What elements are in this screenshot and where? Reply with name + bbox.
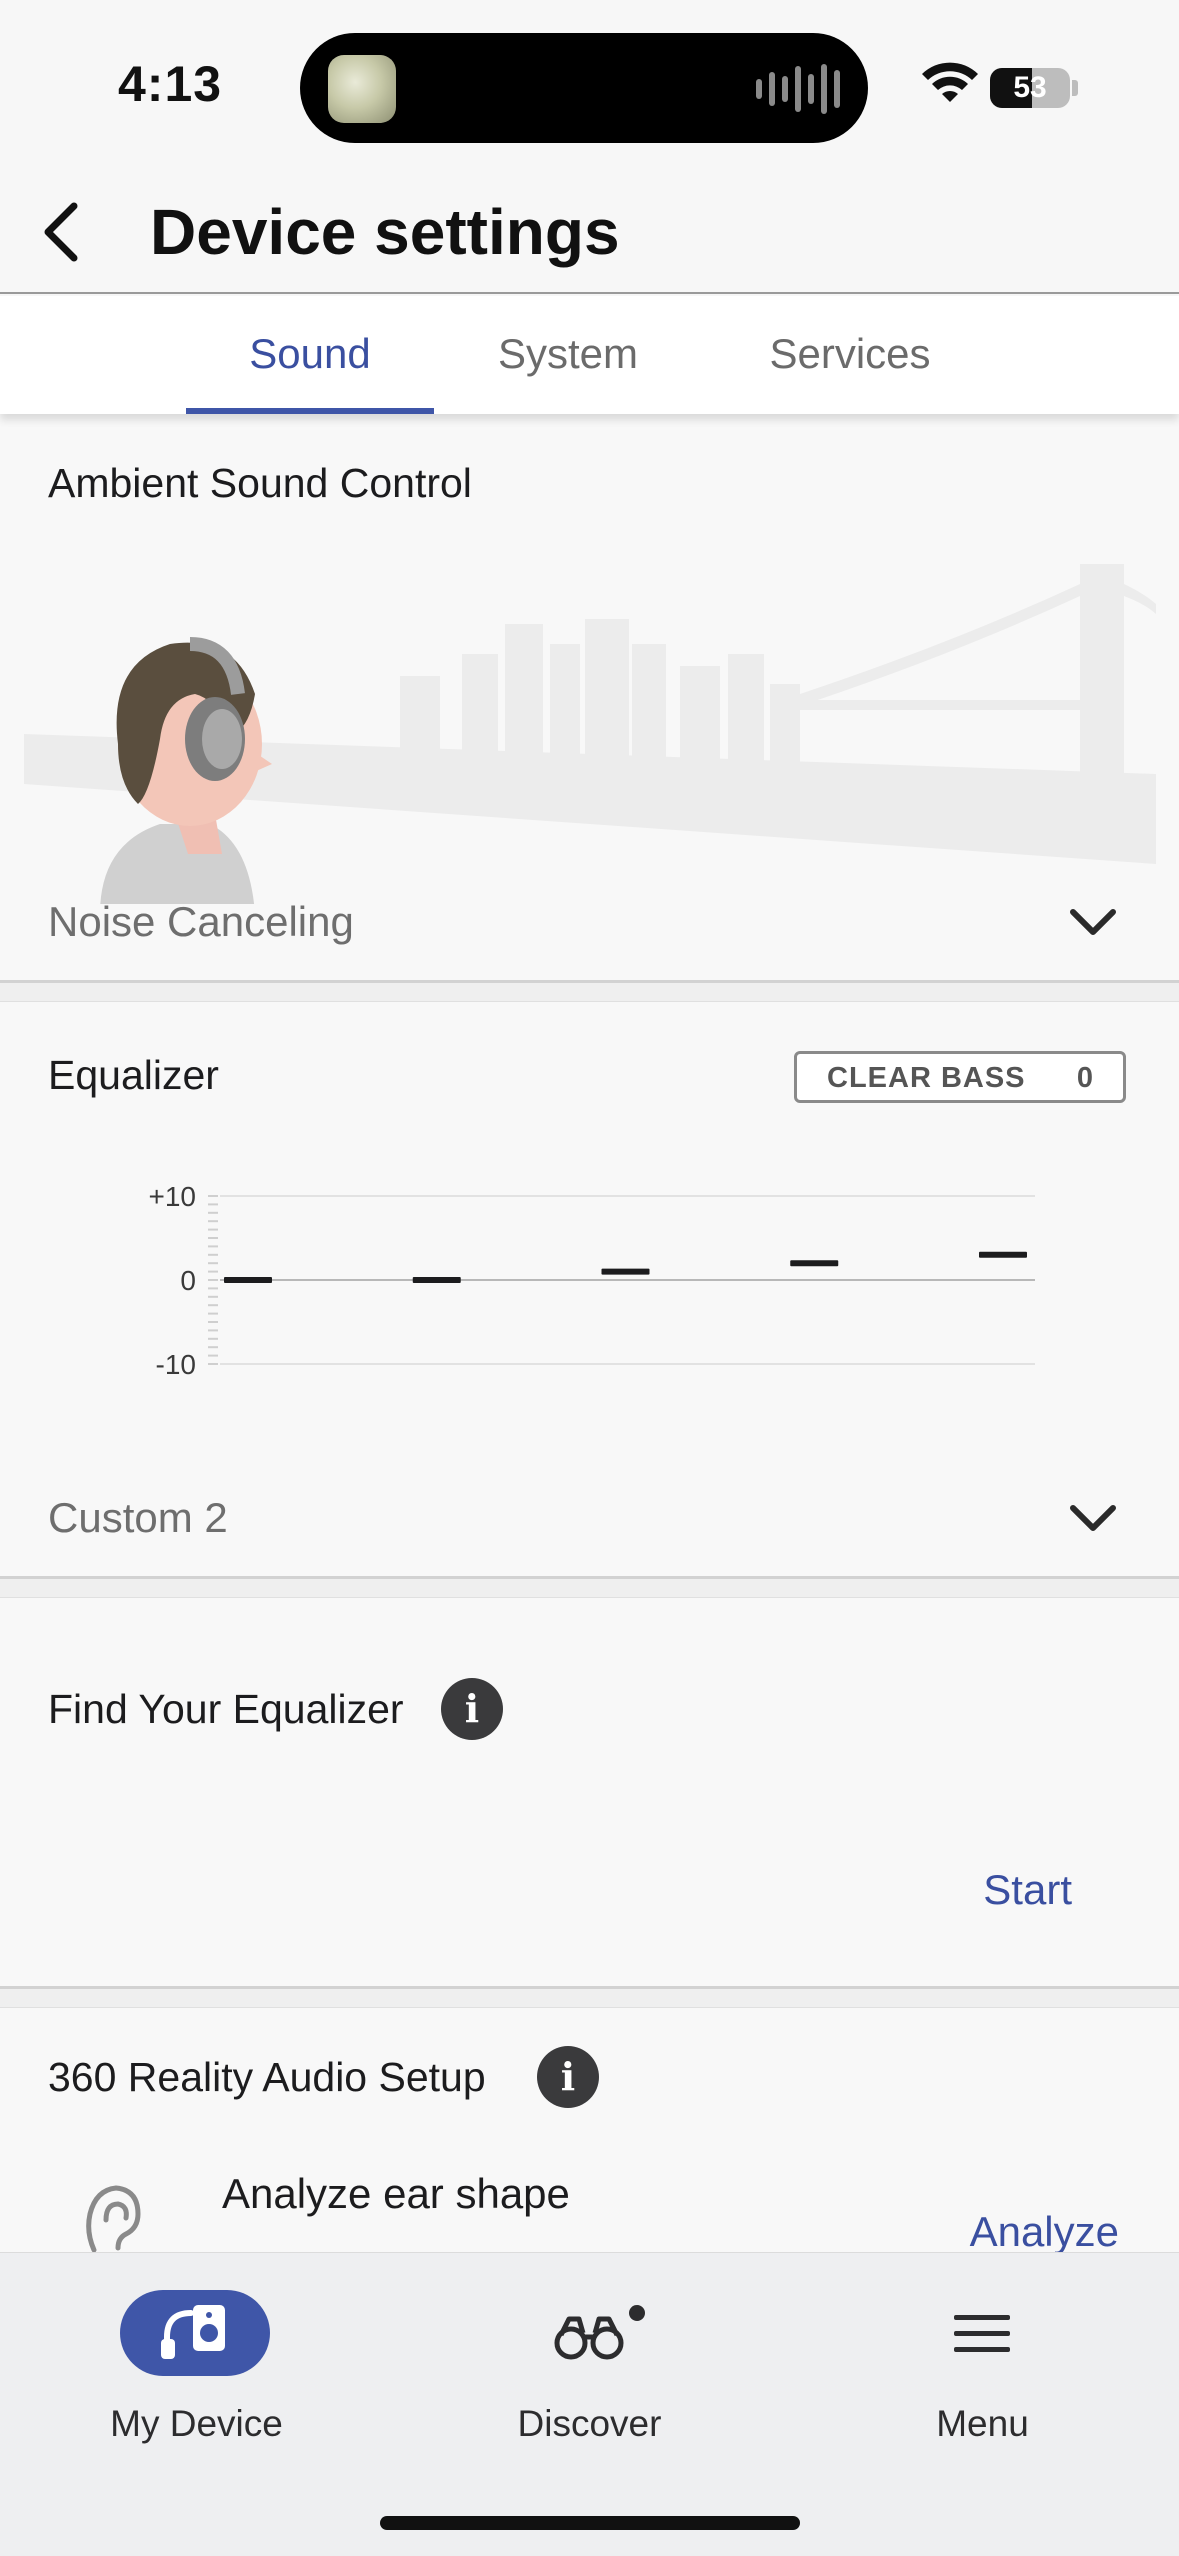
chevron-left-icon <box>44 202 78 262</box>
ambient-sound-title: Ambient Sound Control <box>48 460 472 506</box>
analyze-button[interactable]: Analyze <box>970 2208 1119 2256</box>
bottom-navigation: My Device Discover Menu <box>0 2252 1179 2556</box>
eq-tick-label: 0 <box>180 1265 196 1296</box>
wifi-icon <box>922 62 978 102</box>
dynamic-island[interactable] <box>300 33 868 143</box>
nav-discover-label: Discover <box>517 2403 662 2444</box>
eq-band-marker <box>979 1251 1027 1258</box>
clear-bass-value: 0 <box>1076 1062 1093 1094</box>
tab-services[interactable]: Services <box>740 296 960 414</box>
nav-my-device[interactable]: My Device <box>0 2253 393 2463</box>
battery-cap <box>1072 80 1078 96</box>
home-indicator <box>380 2516 800 2530</box>
equalizer-title: Equalizer <box>48 1052 219 1098</box>
ambient-mode-dropdown[interactable]: Noise Canceling <box>0 880 1179 970</box>
nav-menu-label: Menu <box>936 2403 1029 2444</box>
page-title: Device settings <box>150 196 620 268</box>
battery-percent: 53 <box>1013 71 1047 104</box>
ambient-sound-section: Ambient Sound Control Noise Canceling <box>0 414 1179 980</box>
tab-system[interactable]: System <box>470 296 666 414</box>
info-icon[interactable]: i <box>441 1678 503 1740</box>
reality-audio-title: 360 Reality Audio Setup <box>48 2054 486 2100</box>
notification-dot <box>629 2305 645 2321</box>
header: Device settings <box>0 170 1179 294</box>
eq-band-marker <box>790 1260 839 1267</box>
equalizer-chart[interactable]: +10 0 -10 <box>120 1180 1060 1380</box>
chevron-down-icon <box>1070 1505 1116 1531</box>
nav-my-device-label: My Device <box>110 2403 283 2444</box>
analyze-ear-label: Analyze ear shape <box>222 2170 570 2217</box>
status-bar: 4:13 53 <box>0 0 1179 170</box>
status-time: 4:13 <box>118 56 223 112</box>
section-divider <box>0 980 1179 1002</box>
eq-tick-label: -10 <box>156 1349 196 1380</box>
chevron-down-icon <box>1070 909 1116 935</box>
binoculars-icon <box>554 2316 624 2360</box>
audio-waveform-icon <box>756 61 840 117</box>
back-button[interactable] <box>20 192 100 272</box>
ambient-mode-value: Noise Canceling <box>48 898 354 945</box>
hamburger-menu-icon <box>954 2315 1010 2352</box>
battery-icon: 53 <box>990 68 1070 108</box>
eq-band-marker <box>224 1277 272 1283</box>
eq-tick-label: +10 <box>149 1181 197 1212</box>
tab-sound[interactable]: Sound <box>186 296 434 414</box>
clear-bass-badge[interactable]: CLEAR BASS 0 <box>794 1051 1126 1103</box>
reality-audio-section: 360 Reality Audio Setup i Analyze ear sh… <box>0 2008 1179 2255</box>
equalizer-preset-dropdown[interactable]: Custom 2 <box>0 1476 1179 1566</box>
section-divider <box>0 1986 1179 2008</box>
headphones-device-icon <box>161 2305 225 2359</box>
now-playing-artwork <box>328 55 396 123</box>
nav-menu[interactable]: Menu <box>786 2253 1179 2463</box>
find-equalizer-section: Find Your Equalizer i Start <box>0 1598 1179 1986</box>
start-button[interactable]: Start <box>983 1866 1072 1914</box>
equalizer-preset-value: Custom 2 <box>48 1494 228 1541</box>
nav-discover[interactable]: Discover <box>393 2253 786 2463</box>
eq-band-marker <box>412 1277 461 1283</box>
section-divider <box>0 1576 1179 1598</box>
tab-bar: Sound System Services <box>0 296 1179 414</box>
info-icon[interactable]: i <box>537 2046 599 2108</box>
eq-band-marker <box>601 1268 650 1275</box>
ambient-illustration <box>24 564 1156 904</box>
find-equalizer-title: Find Your Equalizer <box>48 1686 404 1732</box>
ear-icon <box>86 2185 141 2253</box>
clear-bass-label: CLEAR BASS <box>827 1062 1026 1094</box>
